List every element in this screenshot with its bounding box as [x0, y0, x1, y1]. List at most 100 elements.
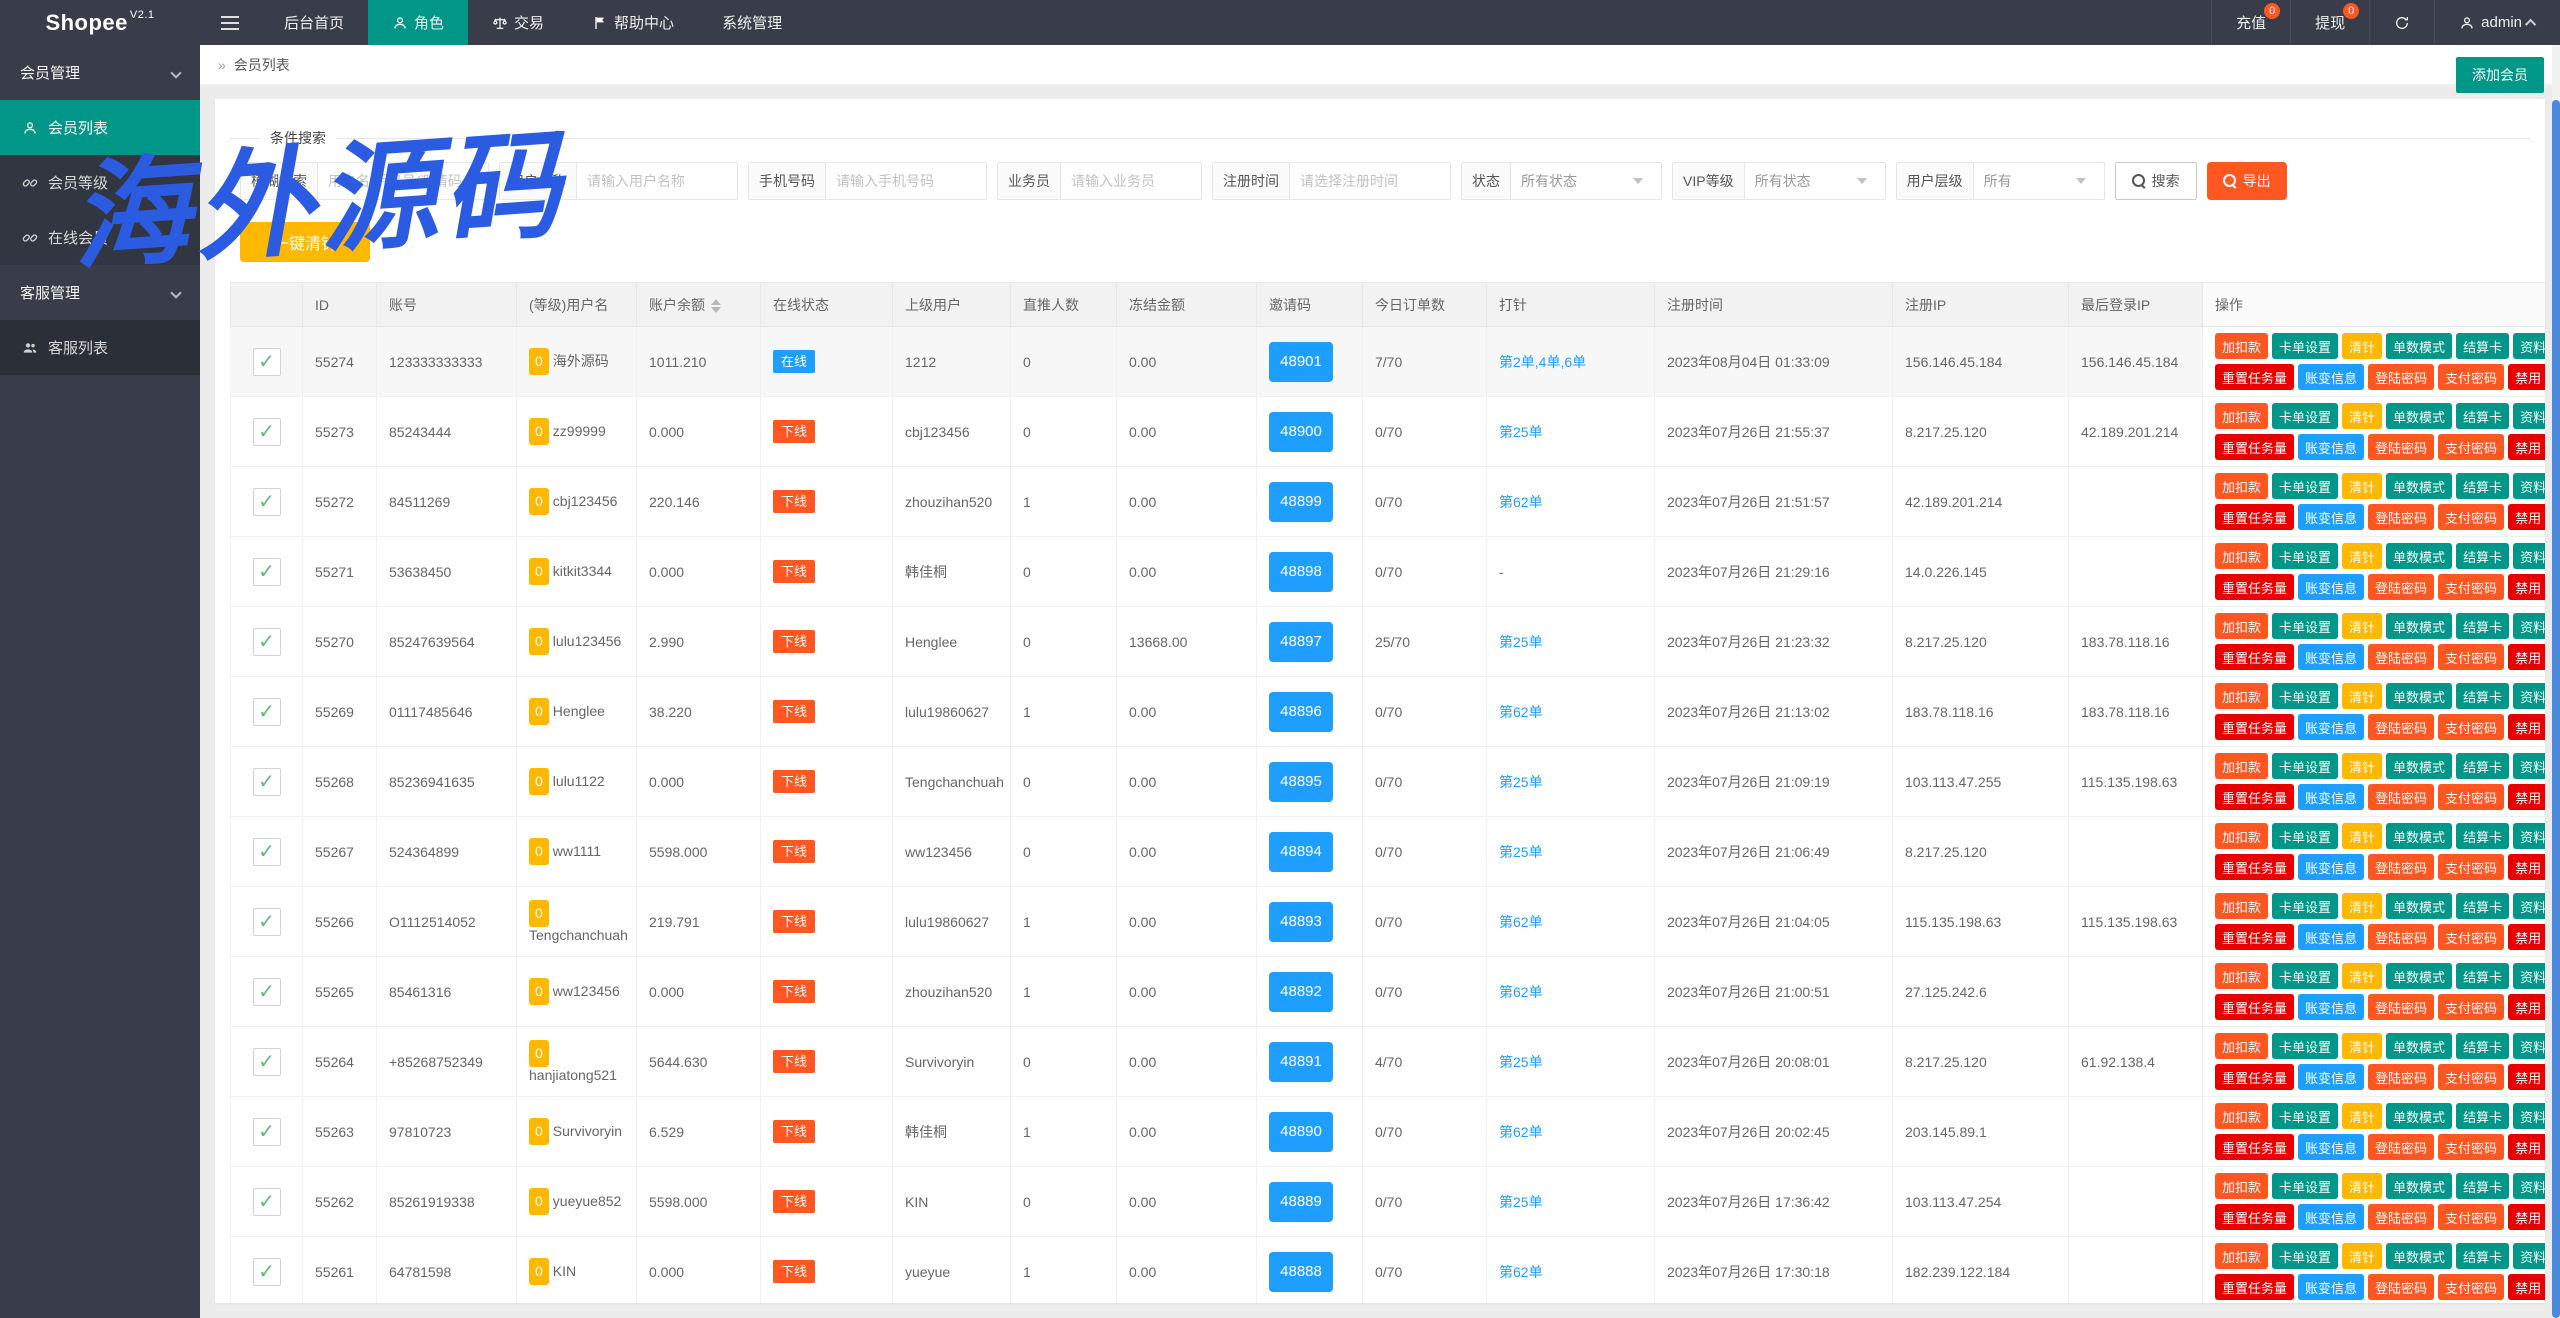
row-checkbox[interactable]: ✓ — [253, 978, 281, 1006]
action-button[interactable]: 登陆密码 — [2368, 1274, 2434, 1300]
action-button[interactable]: 登陆密码 — [2368, 574, 2434, 600]
inject-link[interactable]: 第62单 — [1499, 1124, 1543, 1140]
action-button[interactable]: 卡单设置 — [2272, 1033, 2338, 1059]
action-button[interactable]: 禁用 — [2508, 714, 2545, 740]
action-button[interactable]: 卡单设置 — [2272, 823, 2338, 849]
action-button[interactable]: 加扣款 — [2215, 1103, 2268, 1129]
action-button[interactable]: 支付密码 — [2438, 854, 2504, 880]
action-button[interactable]: 卡单设置 — [2272, 1173, 2338, 1199]
top-menu-trade[interactable]: 交易 — [468, 0, 568, 45]
action-button[interactable]: 支付密码 — [2438, 1204, 2504, 1230]
row-checkbox[interactable]: ✓ — [253, 348, 281, 376]
action-button[interactable]: 单数模式 — [2386, 1173, 2452, 1199]
action-button[interactable]: 清针 — [2342, 1103, 2382, 1129]
action-button[interactable]: 重置任务量 — [2215, 924, 2294, 950]
action-button[interactable]: 重置任务量 — [2215, 644, 2294, 670]
action-button[interactable]: 单数模式 — [2386, 683, 2452, 709]
action-button[interactable]: 单数模式 — [2386, 1243, 2452, 1269]
action-button[interactable]: 结算卡 — [2456, 893, 2509, 919]
action-button[interactable]: 清针 — [2342, 753, 2382, 779]
action-button[interactable]: 卡单设置 — [2272, 1243, 2338, 1269]
row-checkbox[interactable]: ✓ — [253, 628, 281, 656]
action-button[interactable]: 资料 — [2513, 1243, 2545, 1269]
action-button[interactable]: 加扣款 — [2215, 893, 2268, 919]
action-button[interactable]: 清针 — [2342, 683, 2382, 709]
action-button[interactable]: 禁用 — [2508, 574, 2545, 600]
row-checkbox[interactable]: ✓ — [253, 1258, 281, 1286]
row-checkbox[interactable]: ✓ — [253, 768, 281, 796]
action-button[interactable]: 禁用 — [2508, 1064, 2545, 1090]
action-button[interactable]: 重置任务量 — [2215, 994, 2294, 1020]
scrollbar-track[interactable] — [2552, 45, 2560, 1318]
invite-code-button[interactable]: 48891 — [1269, 1042, 1333, 1082]
action-button[interactable]: 重置任务量 — [2215, 364, 2294, 390]
action-button[interactable]: 加扣款 — [2215, 1033, 2268, 1059]
row-checkbox[interactable]: ✓ — [253, 1118, 281, 1146]
action-button[interactable]: 结算卡 — [2456, 473, 2509, 499]
action-button[interactable]: 卡单设置 — [2272, 543, 2338, 569]
action-button[interactable]: 登陆密码 — [2368, 714, 2434, 740]
row-checkbox[interactable]: ✓ — [253, 418, 281, 446]
action-button[interactable]: 加扣款 — [2215, 963, 2268, 989]
action-button[interactable]: 加扣款 — [2215, 333, 2268, 359]
scrollbar-thumb[interactable] — [2552, 100, 2560, 1318]
action-button[interactable]: 卡单设置 — [2272, 333, 2338, 359]
action-button[interactable]: 单数模式 — [2386, 333, 2452, 359]
invite-code-button[interactable]: 48901 — [1269, 342, 1333, 382]
action-button[interactable]: 重置任务量 — [2215, 574, 2294, 600]
top-menu-system[interactable]: 系统管理 — [698, 0, 806, 45]
invite-code-button[interactable]: 48890 — [1269, 1112, 1333, 1152]
sidebar-group-support[interactable]: 客服管理 — [0, 265, 200, 320]
top-menu-home[interactable]: 后台首页 — [260, 0, 368, 45]
action-button[interactable]: 卡单设置 — [2272, 613, 2338, 639]
row-checkbox[interactable]: ✓ — [253, 1188, 281, 1216]
action-button[interactable]: 单数模式 — [2386, 543, 2452, 569]
vip-select[interactable]: 所有状态 — [1745, 163, 1885, 199]
action-button[interactable]: 加扣款 — [2215, 823, 2268, 849]
action-button[interactable]: 禁用 — [2508, 364, 2545, 390]
action-button[interactable]: 支付密码 — [2438, 1064, 2504, 1090]
export-button[interactable]: 导出 — [2207, 162, 2287, 200]
inject-link[interactable]: 第25单 — [1499, 634, 1543, 650]
invite-code-button[interactable]: 48892 — [1269, 972, 1333, 1012]
invite-code-button[interactable]: 48899 — [1269, 482, 1333, 522]
action-button[interactable]: 登陆密码 — [2368, 1134, 2434, 1160]
action-button[interactable]: 资料 — [2513, 1103, 2545, 1129]
action-button[interactable]: 结算卡 — [2456, 543, 2509, 569]
row-checkbox[interactable]: ✓ — [253, 908, 281, 936]
action-button[interactable]: 卡单设置 — [2272, 473, 2338, 499]
action-button[interactable]: 加扣款 — [2215, 403, 2268, 429]
action-button[interactable]: 支付密码 — [2438, 574, 2504, 600]
action-button[interactable]: 禁用 — [2508, 1134, 2545, 1160]
inject-link[interactable]: 第62单 — [1499, 1264, 1543, 1280]
action-button[interactable]: 卡单设置 — [2272, 1103, 2338, 1129]
action-button[interactable]: 登陆密码 — [2368, 364, 2434, 390]
action-button[interactable]: 账变信息 — [2298, 504, 2364, 530]
action-button[interactable]: 登陆密码 — [2368, 994, 2434, 1020]
sidebar-item-member-level[interactable]: 会员等级 — [0, 155, 200, 210]
fuzzy-search-input[interactable] — [318, 163, 488, 199]
invite-code-button[interactable]: 48888 — [1269, 1252, 1333, 1292]
action-button[interactable]: 资料 — [2513, 683, 2545, 709]
action-button[interactable]: 单数模式 — [2386, 963, 2452, 989]
clear-inject-button[interactable]: 一键清针 — [240, 222, 370, 262]
action-button[interactable]: 禁用 — [2508, 1204, 2545, 1230]
phone-input[interactable] — [826, 163, 986, 199]
action-button[interactable]: 登陆密码 — [2368, 504, 2434, 530]
col-balance-sort[interactable]: 账户余额 — [637, 283, 761, 327]
action-button[interactable]: 支付密码 — [2438, 784, 2504, 810]
action-button[interactable]: 结算卡 — [2456, 403, 2509, 429]
action-button[interactable]: 单数模式 — [2386, 1103, 2452, 1129]
action-button[interactable]: 禁用 — [2508, 994, 2545, 1020]
action-button[interactable]: 清针 — [2342, 333, 2382, 359]
action-button[interactable]: 重置任务量 — [2215, 1134, 2294, 1160]
action-button[interactable]: 支付密码 — [2438, 1134, 2504, 1160]
action-button[interactable]: 加扣款 — [2215, 613, 2268, 639]
inject-link[interactable]: 第62单 — [1499, 494, 1543, 510]
action-button[interactable]: 资料 — [2513, 473, 2545, 499]
action-button[interactable]: 结算卡 — [2456, 1103, 2509, 1129]
row-checkbox[interactable]: ✓ — [253, 698, 281, 726]
action-button[interactable]: 清针 — [2342, 1173, 2382, 1199]
action-button[interactable]: 重置任务量 — [2215, 784, 2294, 810]
action-button[interactable]: 禁用 — [2508, 924, 2545, 950]
